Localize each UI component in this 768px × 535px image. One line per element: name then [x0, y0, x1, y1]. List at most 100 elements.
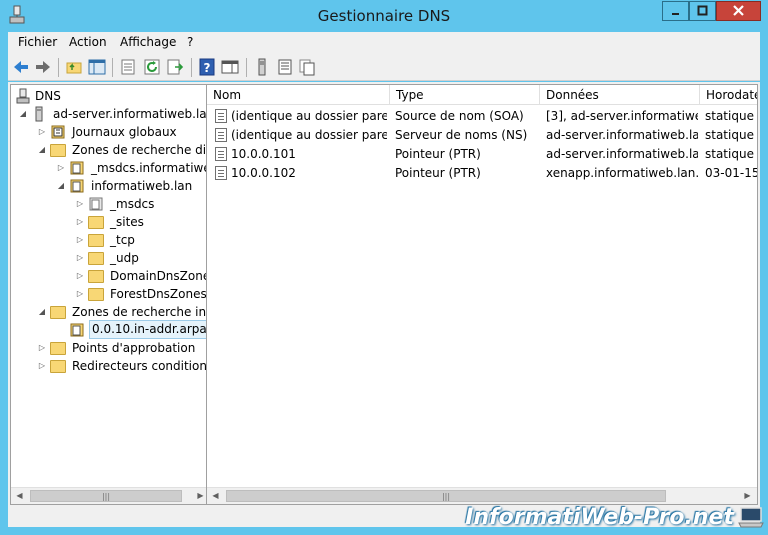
- scroll-thumb[interactable]: |||: [226, 490, 666, 502]
- tree-node-reverse-zones[interactable]: ◢ Zones de recherche inversée: [11, 303, 211, 321]
- tree-node-sites[interactable]: ▷ _sites: [11, 213, 211, 231]
- folder-icon: [50, 306, 66, 319]
- expand-icon[interactable]: ▷: [75, 249, 85, 267]
- properties-icon[interactable]: [119, 58, 137, 76]
- table-row[interactable]: (identique au dossier parent) Source de …: [207, 107, 757, 126]
- tree-node-msdcs[interactable]: ▷ _msdcs: [11, 195, 211, 213]
- dns-manager-window: Gestionnaire DNS Fichier Action Affichag…: [0, 0, 768, 535]
- record-data: xenapp.informatiweb.lan.: [546, 166, 698, 180]
- forward-arrow-icon[interactable]: [34, 58, 52, 76]
- dns-zone-icon: [70, 323, 84, 337]
- table-row[interactable]: (identique au dossier parent) Serveur de…: [207, 126, 757, 145]
- tree-label: Zones de recherche directe: [72, 143, 211, 157]
- tree-node-tcp[interactable]: ▷ _tcp: [11, 231, 211, 249]
- record-list-icon[interactable]: [276, 58, 294, 76]
- grip-icon: |||: [441, 492, 451, 501]
- menu-action[interactable]: Action: [69, 35, 107, 49]
- table-row[interactable]: 10.0.0.101 Pointeur (PTR) ad-server.info…: [207, 145, 757, 164]
- tree-node-domaindnszones[interactable]: ▷ DomainDnsZones: [11, 267, 211, 285]
- tree-label: 0.0.10.in-addr.arpa: [89, 320, 210, 339]
- expand-icon[interactable]: ▷: [75, 267, 85, 285]
- show-action-pane-icon[interactable]: [221, 58, 239, 76]
- tree-node-conditional-forwarders[interactable]: ▷ Redirecteurs conditionnels: [11, 357, 211, 375]
- record-type: Pointeur (PTR): [395, 147, 481, 161]
- tree-node-msdcs-zone[interactable]: ▷ _msdcs.informatiweb.lan: [11, 159, 211, 177]
- folder-icon: [88, 234, 104, 247]
- record-timestamp: 03-01-15 1: [705, 166, 758, 180]
- expand-icon[interactable]: ▷: [37, 357, 47, 375]
- tree-node-global-logs[interactable]: ▷ Journaux globaux: [11, 123, 211, 141]
- svg-text:?: ?: [204, 61, 211, 75]
- toolbar-separator: [58, 58, 59, 77]
- expand-icon[interactable]: ▷: [75, 285, 85, 303]
- column-header-type[interactable]: Type: [390, 85, 540, 105]
- list-header: Nom Type Données Horodateur: [207, 85, 757, 105]
- record-timestamp: statique: [705, 128, 754, 142]
- show-hide-console-tree-icon[interactable]: [88, 58, 106, 76]
- tree-label: DNS: [35, 89, 61, 103]
- tree-node-forestdnszones[interactable]: ▷ ForestDnsZones: [11, 285, 211, 303]
- table-row[interactable]: 10.0.0.102 Pointeur (PTR) xenapp.informa…: [207, 164, 758, 183]
- help-icon[interactable]: ?: [198, 58, 216, 76]
- tree-node-trust-points[interactable]: ▷ Points d'approbation: [11, 339, 211, 357]
- folder-icon: [50, 144, 66, 157]
- column-header-timestamp[interactable]: Horodateur: [700, 85, 757, 105]
- tree-node-server[interactable]: ◢ ad-server.informatiweb.lan: [11, 105, 211, 123]
- tree-node-reverse-zone-selected[interactable]: 0.0.10.in-addr.arpa: [11, 320, 211, 339]
- column-header-name[interactable]: Nom: [207, 85, 390, 105]
- expand-icon[interactable]: ▷: [37, 339, 47, 357]
- refresh-icon[interactable]: [143, 58, 161, 76]
- list-horizontal-scrollbar[interactable]: ◀ ||| ▶: [207, 487, 757, 504]
- minimize-icon: [672, 13, 679, 15]
- tree-label: _tcp: [110, 233, 135, 247]
- menu-help[interactable]: ?: [187, 35, 193, 49]
- expand-icon[interactable]: ▷: [56, 159, 66, 177]
- dns-record-icon: [215, 147, 227, 161]
- collapse-icon[interactable]: ◢: [37, 141, 47, 159]
- tree-label: informatiweb.lan: [91, 179, 193, 193]
- dns-record-icon: [215, 166, 227, 180]
- menu-affichage[interactable]: Affichage: [120, 35, 176, 49]
- column-header-data[interactable]: Données: [540, 85, 700, 105]
- tree-label: Redirecteurs conditionnels: [72, 359, 211, 373]
- tree-horizontal-scrollbar[interactable]: ◀ ||| ▶: [11, 487, 211, 504]
- minimize-button[interactable]: [662, 1, 689, 21]
- expand-icon[interactable]: ▷: [37, 123, 47, 141]
- record-type: Serveur de noms (NS): [395, 128, 528, 142]
- console-tree-pane[interactable]: DNS ◢ ad-server.informatiweb.lan ▷ Journ…: [10, 84, 212, 505]
- delegated-zone-icon: [89, 197, 103, 211]
- menu-fichier[interactable]: Fichier: [18, 35, 57, 49]
- server-icon[interactable]: [253, 58, 271, 76]
- expand-icon[interactable]: ▷: [75, 213, 85, 231]
- up-folder-icon[interactable]: [65, 58, 83, 76]
- expand-icon[interactable]: ▷: [75, 195, 85, 213]
- collapse-icon[interactable]: ◢: [37, 303, 47, 321]
- scroll-thumb[interactable]: |||: [30, 490, 182, 502]
- tree-node-informatiweb-zone[interactable]: ◢ informatiweb.lan: [11, 177, 211, 195]
- collapse-icon[interactable]: ◢: [18, 105, 28, 123]
- record-name: (identique au dossier parent): [231, 128, 387, 142]
- tree-node-forward-zones[interactable]: ◢ Zones de recherche directe: [11, 141, 211, 159]
- scroll-left-icon[interactable]: ◀: [207, 488, 224, 504]
- scroll-left-icon[interactable]: ◀: [11, 488, 28, 504]
- tree-node-udp[interactable]: ▷ _udp: [11, 249, 211, 267]
- back-arrow-icon[interactable]: [12, 58, 30, 76]
- maximize-button[interactable]: [689, 1, 716, 21]
- record-type: Pointeur (PTR): [395, 166, 481, 180]
- copy-records-icon[interactable]: [298, 58, 316, 76]
- title-bar[interactable]: Gestionnaire DNS: [0, 0, 768, 32]
- export-list-icon[interactable]: [166, 58, 184, 76]
- tree-label: _msdcs: [110, 197, 155, 211]
- tree-node-dns[interactable]: DNS: [11, 87, 211, 105]
- records-list-pane[interactable]: Nom Type Données Horodateur (identique a…: [206, 84, 758, 505]
- watermark-text: InformatiWeb-Pro.net: [465, 505, 734, 530]
- dns-root-icon: [16, 88, 30, 104]
- folder-icon: [88, 288, 104, 301]
- scroll-right-icon[interactable]: ▶: [739, 488, 756, 504]
- toolbar-separator: [246, 58, 247, 77]
- record-name: (identique au dossier parent): [231, 109, 387, 123]
- close-button[interactable]: [716, 1, 761, 21]
- collapse-icon[interactable]: ◢: [56, 177, 66, 195]
- expand-icon[interactable]: ▷: [75, 231, 85, 249]
- dns-record-icon: [215, 109, 227, 123]
